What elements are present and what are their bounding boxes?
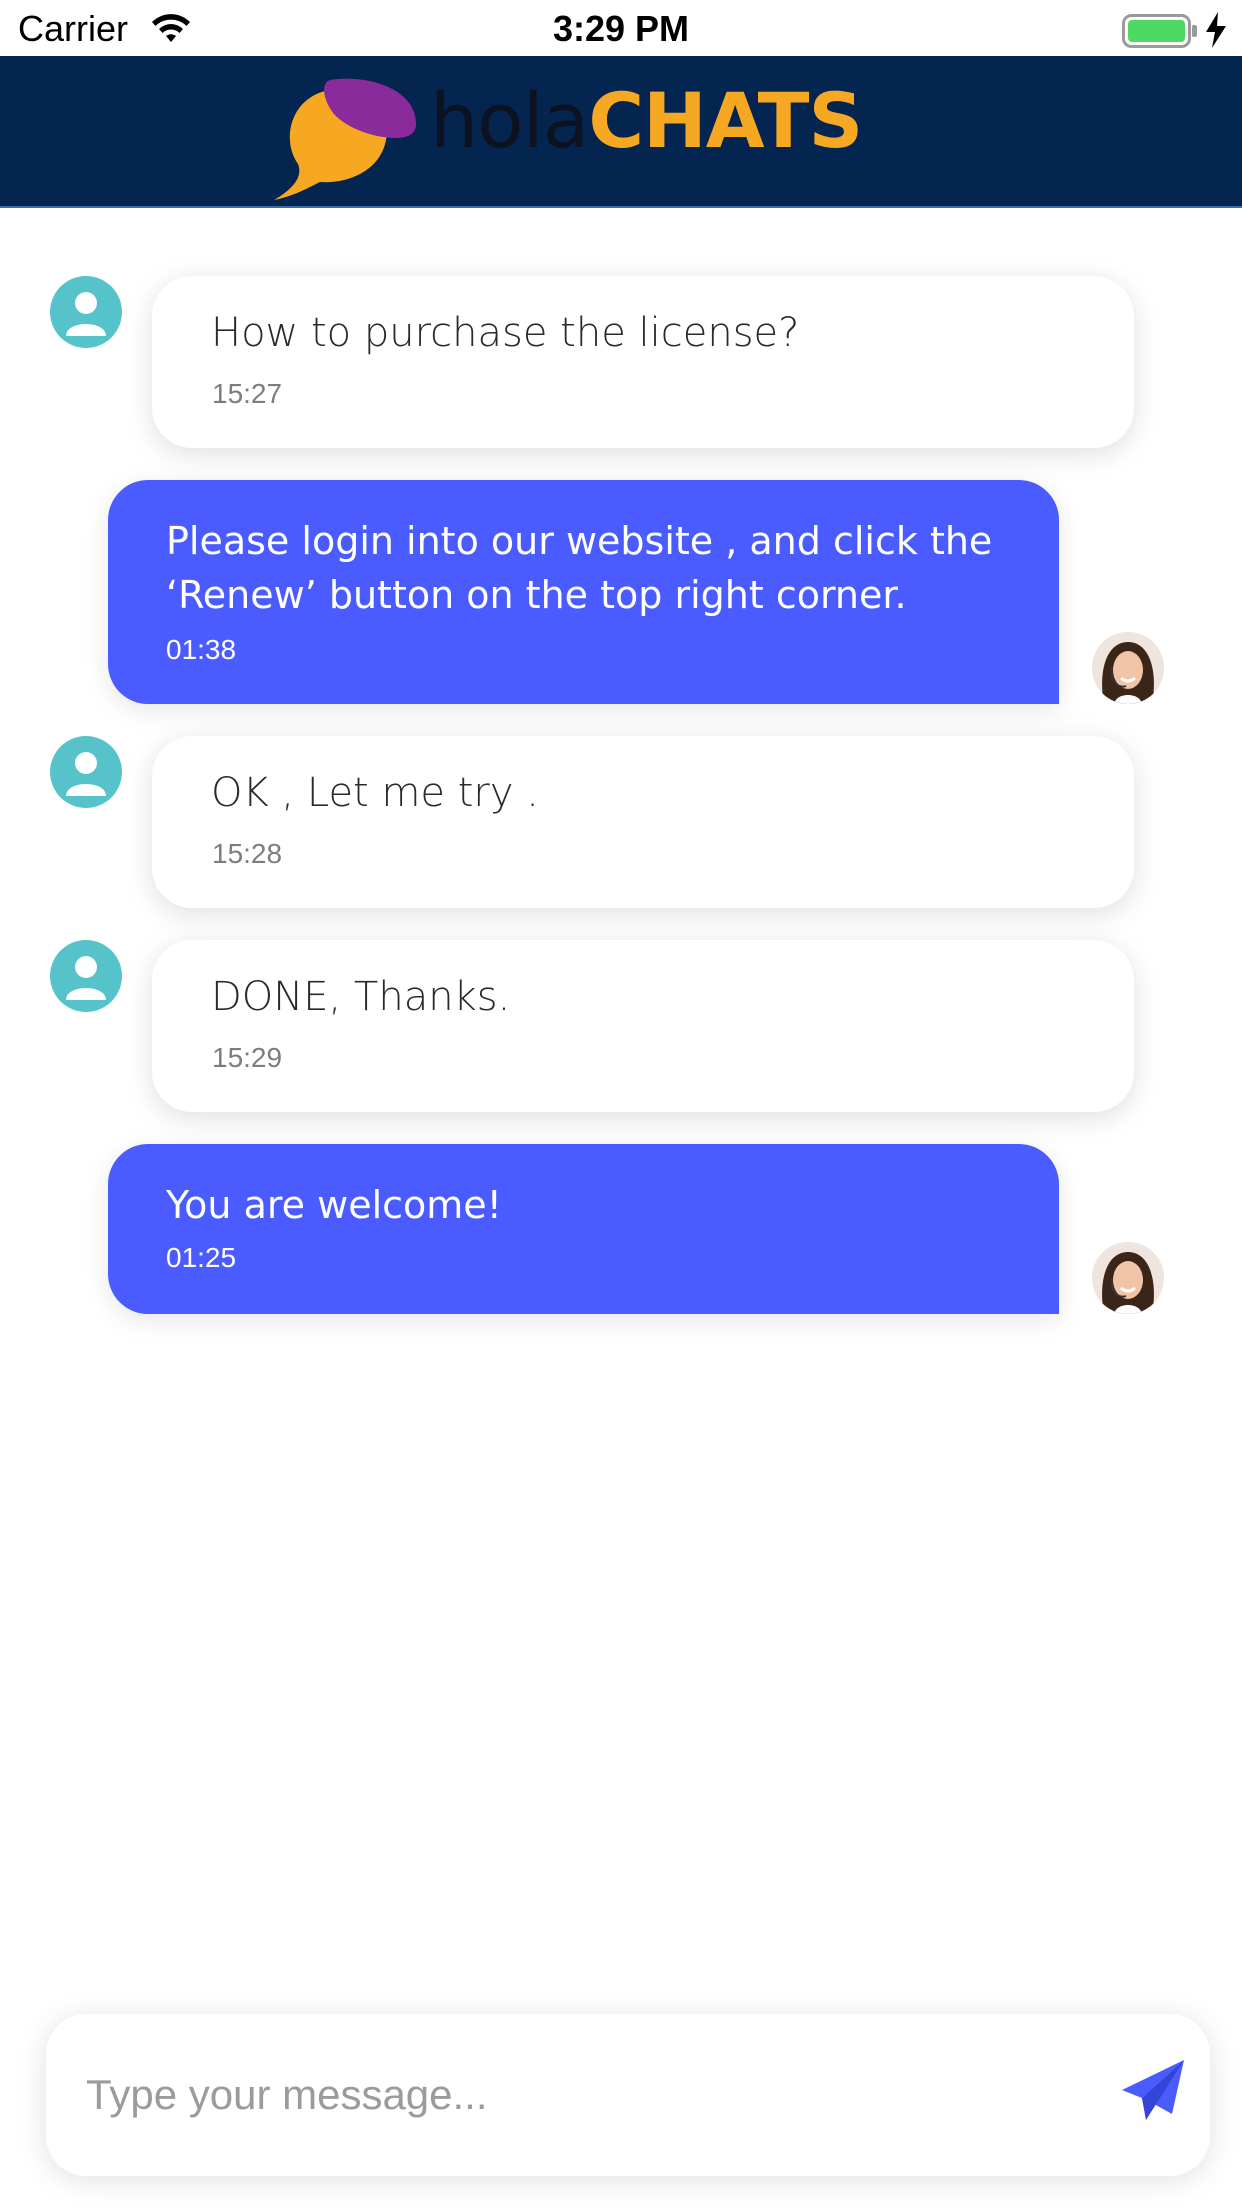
incoming-message: OK , Let me try . 15:28 <box>152 736 1134 908</box>
outgoing-message: You are welcome! 01:25 <box>108 1144 1059 1314</box>
message-time: 15:28 <box>212 838 283 869</box>
user-avatar-icon <box>50 940 122 1012</box>
message-text: You are welcome! <box>166 1183 502 1227</box>
holachats-logo-icon <box>274 78 416 200</box>
user-avatar-icon <box>50 276 122 348</box>
brand-chats: CHATS <box>588 76 863 165</box>
message-text-line: ‘Renew’ button on the top right corner. <box>166 573 907 617</box>
message-time: 01:38 <box>166 634 237 665</box>
message-time: 01:25 <box>166 1242 237 1273</box>
message-time: 15:29 <box>212 1042 283 1073</box>
app-header: holaCHATS <box>0 56 1242 208</box>
message-composer <box>46 2014 1210 2176</box>
agent-avatar-icon <box>1092 632 1164 704</box>
message-list: How to purchase the license? 15:27 Pleas… <box>0 210 1242 1980</box>
message-text-line: Please login into our website , and clic… <box>166 519 993 563</box>
agent-avatar-icon <box>1092 1242 1164 1314</box>
status-bar: Carrier 3:29 PM <box>0 0 1242 56</box>
brand-wordmark: holaCHATS <box>430 76 863 165</box>
message-time: 15:27 <box>212 378 283 409</box>
message-text: DONE, Thanks. <box>211 974 511 1020</box>
clock: 3:29 PM <box>552 8 690 49</box>
message-text: How to purchase the license? <box>211 310 800 356</box>
battery-icon <box>1122 14 1197 48</box>
message-text: OK , Let me try . <box>211 770 539 816</box>
message-text: Please login into our website , and clic… <box>166 514 1019 622</box>
message-input[interactable] <box>86 2054 1086 2136</box>
charging-bolt-icon <box>1206 12 1226 48</box>
chat-screen: Carrier 3:29 PM holaCHATS How to purchas… <box>0 0 1242 2208</box>
outgoing-message: Please login into our website , and clic… <box>108 480 1059 704</box>
user-avatar-icon <box>50 736 122 808</box>
brand-hola: hola <box>430 76 589 165</box>
incoming-message: DONE, Thanks. 15:29 <box>152 940 1134 1112</box>
incoming-message: How to purchase the license? 15:27 <box>152 276 1134 448</box>
paper-plane-icon <box>1122 2060 1184 2120</box>
send-button[interactable] <box>1120 2058 1186 2124</box>
